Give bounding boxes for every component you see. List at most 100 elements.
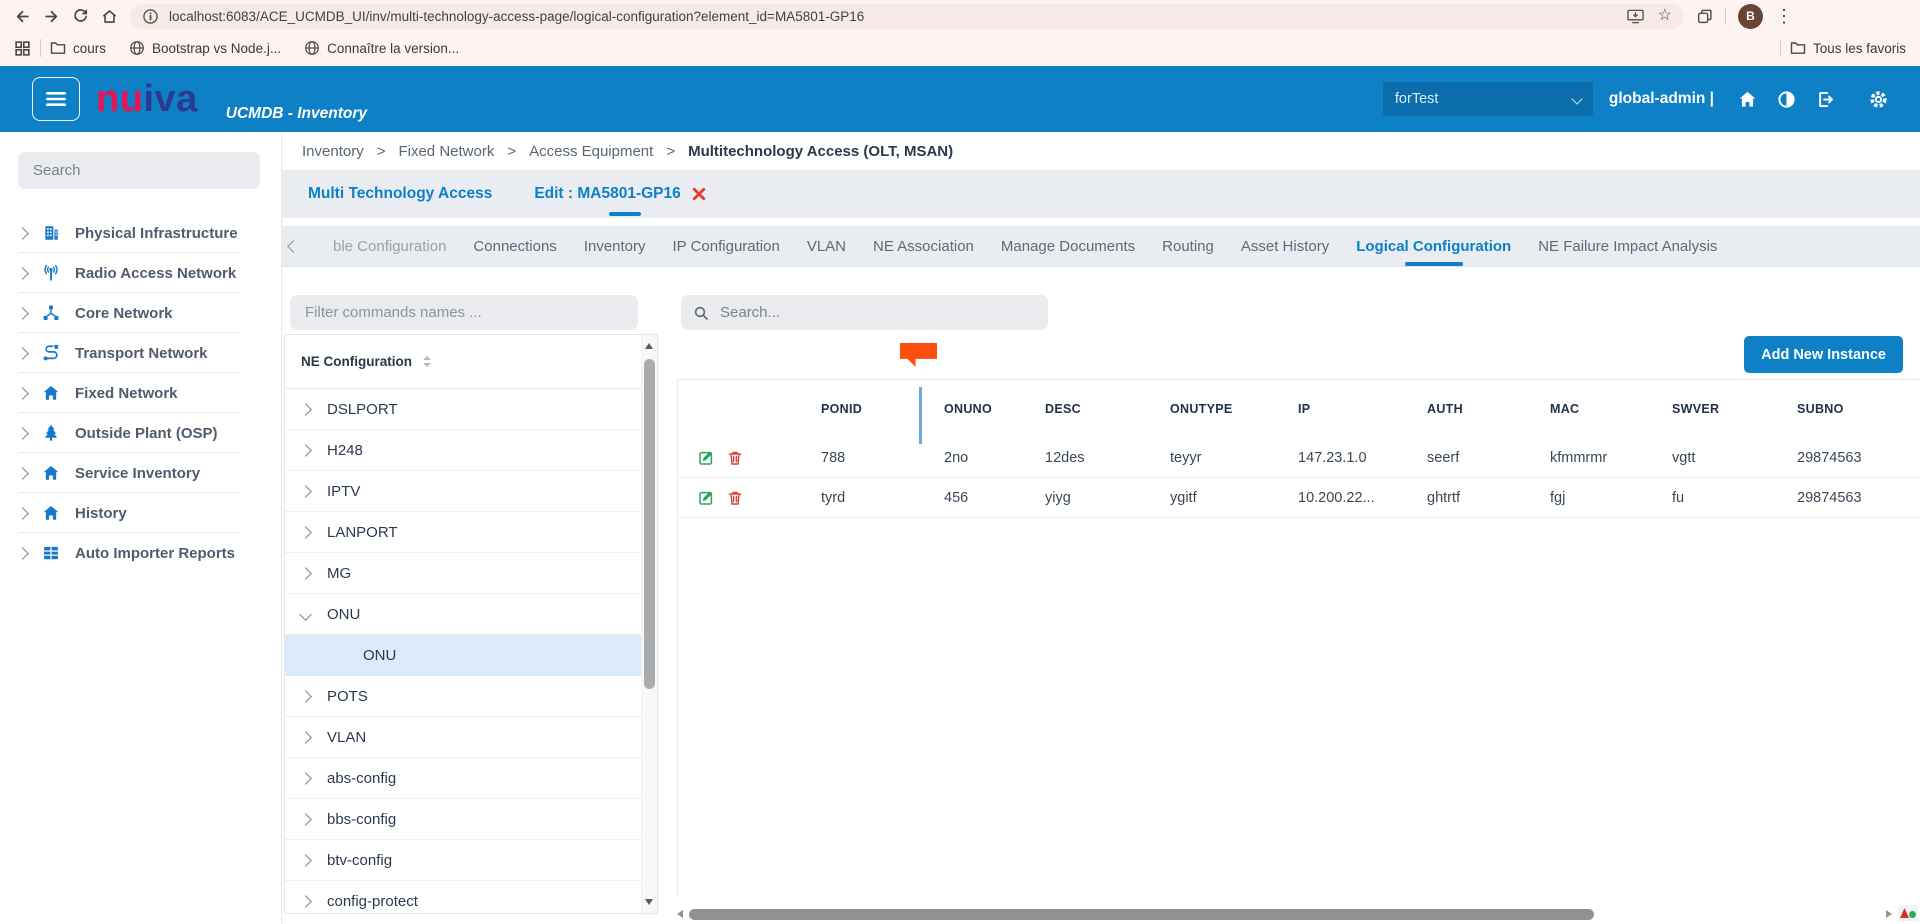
tab-logical-configuration[interactable]: Logical Configuration [1356,226,1511,266]
column-header[interactable]: PONID [821,402,944,416]
address-bar[interactable]: localhost:6083/ACE_UCMDB_UI/inv/multi-te… [130,4,1684,29]
sidebar-item-history[interactable]: History [0,493,281,533]
table-row[interactable]: 788 2no 12des teyyr 147.23.1.0 seerf kfm… [678,438,1920,478]
bookmark-cours[interactable]: cours [50,40,106,56]
scrollbar-thumb[interactable] [644,359,655,689]
tab-routing[interactable]: Routing [1162,226,1214,266]
menu-kebab-icon[interactable]: ⋮ [1775,7,1793,25]
tab-asset-history[interactable]: Asset History [1241,226,1329,266]
sidebar-item-service-inventory[interactable]: Service Inventory [0,453,281,493]
forward-icon[interactable] [43,8,60,25]
tab-cable-configuration[interactable]: ble Configuration [333,226,446,266]
tree-item-pots[interactable]: POTS [285,676,642,717]
back-icon[interactable] [14,8,31,25]
instances-search-input[interactable] [718,303,1036,322]
column-header[interactable]: SUBNO [1797,402,1920,416]
tree-scrollbar[interactable] [641,335,657,913]
sidebar-item-core-network[interactable]: Core Network [0,293,281,333]
tree-item-h248[interactable]: H248 [285,430,642,471]
tab-multi-technology-access[interactable]: Multi Technology Access [308,185,492,203]
reload-icon[interactable] [72,8,89,25]
tree-item-vlan[interactable]: VLAN [285,717,642,758]
bookmark-star-icon[interactable]: ☆ [1658,8,1672,24]
scroll-up-icon[interactable] [645,343,653,349]
apps-grid-icon[interactable] [14,40,31,57]
tab-ne-failure-impact-analysis[interactable]: NE Failure Impact Analysis [1538,226,1717,266]
edit-icon[interactable] [698,450,714,466]
tree-item-btv-config[interactable]: btv-config [285,840,642,881]
table-row[interactable]: tyrd 456 yiyg ygitf 10.200.22... ghtrtf … [678,478,1920,518]
all-favorites[interactable]: Tous les favoris [1790,40,1906,56]
column-header[interactable]: SWVER [1672,402,1797,416]
bookmark-connaitre[interactable]: Connaître la version... [304,40,459,56]
sidebar-item-outside-plant[interactable]: Outside Plant (OSP) [0,413,281,453]
add-new-instance-button[interactable]: Add New Instance [1744,336,1903,373]
breadcrumb-item[interactable]: Access Equipment [529,143,653,160]
column-header[interactable]: ONUNO [944,402,1045,416]
column-header[interactable]: ONUTYPE [1170,402,1298,416]
tab-search-icon[interactable] [1696,8,1713,25]
horizontal-scrollbar[interactable] [677,908,1918,921]
column-header[interactable]: IP [1298,402,1427,416]
site-info-icon[interactable] [142,8,159,25]
tree-item-dslport[interactable]: DSLPORT [285,389,642,430]
contrast-icon[interactable] [1777,90,1796,109]
tab-ip-configuration[interactable]: IP Configuration [673,226,780,266]
menu-toggle-button[interactable] [32,77,80,121]
breadcrumb-item[interactable]: Inventory [302,143,364,160]
tree-item-mg[interactable]: MG [285,553,642,594]
install-app-icon[interactable] [1627,8,1644,25]
column-header[interactable]: MAC [1550,402,1672,416]
bookmark-bootstrap[interactable]: Bootstrap vs Node.j... [129,40,281,56]
chevron-right-icon [16,507,29,520]
chevron-right-icon [16,387,29,400]
chevron-right-icon [299,772,312,785]
scroll-left-icon[interactable] [677,910,683,918]
chevron-right-icon [299,854,312,867]
delete-icon[interactable] [727,490,743,506]
tab-edit-instance[interactable]: Edit : MA5801-GP16 [534,185,706,203]
scrollbar-thumb[interactable] [689,909,1594,920]
edit-icon[interactable] [698,490,714,506]
tab-ne-association[interactable]: NE Association [873,226,974,266]
chrome-home-icon[interactable] [101,8,118,25]
tree-item-abs-config[interactable]: abs-config [285,758,642,799]
tabs-scroll-left-icon[interactable] [287,240,300,253]
table-icon [42,544,63,562]
tree-item-lanport[interactable]: LANPORT [285,512,642,553]
home-icon[interactable] [1738,90,1757,109]
column-divider[interactable] [919,387,922,444]
sidebar-item-auto-importer-reports[interactable]: Auto Importer Reports [0,533,281,573]
gear-icon[interactable] [1869,90,1888,109]
instances-search[interactable] [681,295,1048,330]
tab-vlan[interactable]: VLAN [807,226,846,266]
sidebar-item-physical-infrastructure[interactable]: Physical Infrastructure [0,213,281,253]
sort-icon[interactable] [422,355,432,368]
tab-inventory[interactable]: Inventory [584,226,646,266]
column-header[interactable]: DESC [1045,402,1170,416]
tree-item-onu-child[interactable]: ONU [285,635,642,676]
command-filter-input[interactable] [290,295,638,330]
profile-avatar[interactable]: B [1738,4,1763,29]
delete-icon[interactable] [727,450,743,466]
scroll-down-icon[interactable] [645,899,653,905]
sidebar-item-transport-network[interactable]: Transport Network [0,333,281,373]
tree-group-header[interactable]: NE Configuration [285,335,657,389]
breadcrumb-item[interactable]: Fixed Network [398,143,494,160]
sidebar-search-input[interactable] [18,152,260,189]
tab-connections[interactable]: Connections [473,226,556,266]
screen-marker-icon [1898,905,1918,921]
sidebar-item-fixed-network[interactable]: Fixed Network [0,373,281,413]
sidebar-item-radio-access-network[interactable]: Radio Access Network [0,253,281,293]
tree-item-onu[interactable]: ONU [285,594,642,635]
tree-item-iptv[interactable]: IPTV [285,471,642,512]
tree-item-config-protect[interactable]: config-protect [285,881,642,914]
tree-item-bbs-config[interactable]: bbs-config [285,799,642,840]
tab-manage-documents[interactable]: Manage Documents [1001,226,1135,266]
environment-select[interactable]: forTest [1383,82,1593,116]
column-header[interactable]: AUTH [1427,402,1550,416]
logout-icon[interactable] [1816,90,1835,109]
close-icon[interactable] [691,186,707,202]
scroll-right-icon[interactable] [1886,910,1892,918]
page-tabs: Multi Technology Access Edit : MA5801-GP… [282,170,1920,218]
